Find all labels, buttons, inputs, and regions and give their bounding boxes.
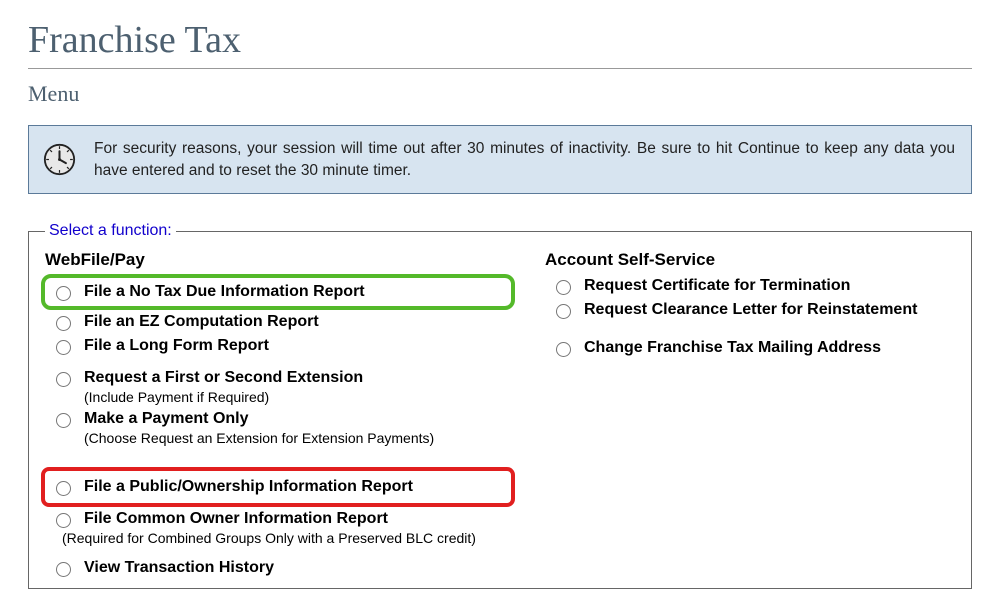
option-file-no-tax-due[interactable]: File a No Tax Due Information Report bbox=[41, 274, 515, 310]
label-make-payment-text: Make a Payment Only bbox=[84, 410, 249, 427]
radio-file-public-ownership[interactable] bbox=[56, 481, 71, 496]
radio-file-ez-computation[interactable] bbox=[56, 316, 71, 331]
radio-request-extension[interactable] bbox=[56, 372, 71, 387]
clock-icon bbox=[43, 143, 76, 176]
account-self-service-column: Account Self-Service Request Certificate… bbox=[545, 250, 955, 579]
radio-make-payment[interactable] bbox=[56, 413, 71, 428]
label-file-ez-computation: File an EZ Computation Report bbox=[84, 312, 319, 332]
webfile-pay-column: WebFile/Pay File a No Tax Due Informatio… bbox=[45, 250, 515, 579]
notice-text: For security reasons, your session will … bbox=[94, 138, 955, 181]
option-file-public-ownership[interactable]: File a Public/Ownership Information Repo… bbox=[41, 467, 515, 507]
radio-request-certificate-termination[interactable] bbox=[556, 280, 571, 295]
label-file-no-tax-due: File a No Tax Due Information Report bbox=[84, 282, 365, 302]
label-view-transaction-history: View Transaction History bbox=[84, 558, 274, 578]
radio-file-no-tax-due[interactable] bbox=[56, 286, 71, 301]
label-change-mailing-address: Change Franchise Tax Mailing Address bbox=[584, 338, 881, 358]
account-self-service-heading: Account Self-Service bbox=[545, 250, 955, 270]
sublabel-file-common-owner: (Required for Combined Groups Only with … bbox=[62, 530, 476, 546]
label-file-common-owner: File Common Owner Information Report (Re… bbox=[84, 509, 476, 546]
label-request-clearance-letter: Request Clearance Letter for Reinstateme… bbox=[584, 300, 917, 320]
select-function-fieldset: Select a function: WebFile/Pay File a No… bbox=[28, 222, 972, 588]
label-request-extension-text: Request a First or Second Extension bbox=[84, 369, 363, 386]
webfile-pay-heading: WebFile/Pay bbox=[45, 250, 515, 270]
option-request-certificate-termination[interactable]: Request Certificate for Termination bbox=[545, 274, 955, 298]
sublabel-request-extension: (Include Payment if Required) bbox=[84, 389, 363, 405]
label-file-long-form: File a Long Form Report bbox=[84, 336, 269, 356]
sublabel-make-payment: (Choose Request an Extension for Extensi… bbox=[84, 430, 434, 446]
label-request-extension: Request a First or Second Extension (Inc… bbox=[84, 368, 363, 405]
session-timeout-notice: For security reasons, your session will … bbox=[28, 125, 972, 194]
label-request-certificate-termination: Request Certificate for Termination bbox=[584, 276, 850, 296]
option-file-common-owner[interactable]: File Common Owner Information Report (Re… bbox=[45, 507, 515, 548]
radio-file-long-form[interactable] bbox=[56, 340, 71, 355]
page-subtitle: Menu bbox=[28, 81, 972, 107]
option-change-mailing-address[interactable]: Change Franchise Tax Mailing Address bbox=[545, 336, 955, 360]
option-request-extension[interactable]: Request a First or Second Extension (Inc… bbox=[45, 366, 515, 407]
radio-change-mailing-address[interactable] bbox=[556, 342, 571, 357]
select-function-legend: Select a function: bbox=[45, 222, 176, 240]
radio-view-transaction-history[interactable] bbox=[56, 562, 71, 577]
label-file-public-ownership: File a Public/Ownership Information Repo… bbox=[84, 477, 413, 497]
label-make-payment: Make a Payment Only (Choose Request an E… bbox=[84, 409, 434, 446]
radio-request-clearance-letter[interactable] bbox=[556, 304, 571, 319]
radio-file-common-owner[interactable] bbox=[56, 513, 71, 528]
option-request-clearance-letter[interactable]: Request Clearance Letter for Reinstateme… bbox=[545, 298, 955, 322]
label-file-common-owner-text: File Common Owner Information Report bbox=[84, 510, 388, 527]
option-file-ez-computation[interactable]: File an EZ Computation Report bbox=[45, 310, 515, 334]
option-file-long-form[interactable]: File a Long Form Report bbox=[45, 334, 515, 358]
option-make-payment[interactable]: Make a Payment Only (Choose Request an E… bbox=[45, 407, 515, 448]
option-view-transaction-history[interactable]: View Transaction History bbox=[45, 556, 515, 580]
title-divider bbox=[28, 68, 972, 69]
page-title: Franchise Tax bbox=[28, 18, 972, 62]
